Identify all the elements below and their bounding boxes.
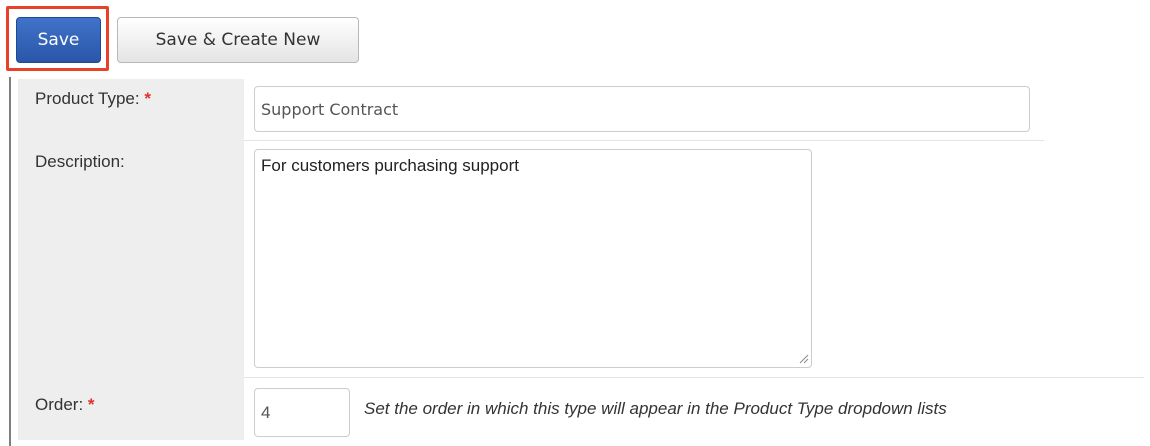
save-and-create-new-button[interactable]: Save & Create New <box>117 17 359 63</box>
row-divider <box>244 377 1144 378</box>
label-column <box>18 79 244 440</box>
order-label: Order: * <box>35 395 95 415</box>
product-type-label-text: Product Type: <box>35 89 140 108</box>
order-input[interactable] <box>254 388 350 437</box>
order-required-mark: * <box>87 395 95 414</box>
product-type-label: Product Type: * <box>35 89 151 109</box>
product-type-input[interactable] <box>254 86 1030 132</box>
order-label-text: Order: <box>35 395 84 414</box>
left-border <box>9 77 11 446</box>
row-divider <box>244 140 1044 141</box>
description-label-text: Description: <box>35 152 125 171</box>
order-help-text: Set the order in which this type will ap… <box>364 399 947 418</box>
button-toolbar: Save Save & Create New <box>0 0 1150 76</box>
save-button[interactable]: Save <box>16 17 101 63</box>
product-type-required-mark: * <box>144 89 151 108</box>
description-textarea[interactable] <box>254 149 812 368</box>
description-label: Description: <box>35 152 125 172</box>
